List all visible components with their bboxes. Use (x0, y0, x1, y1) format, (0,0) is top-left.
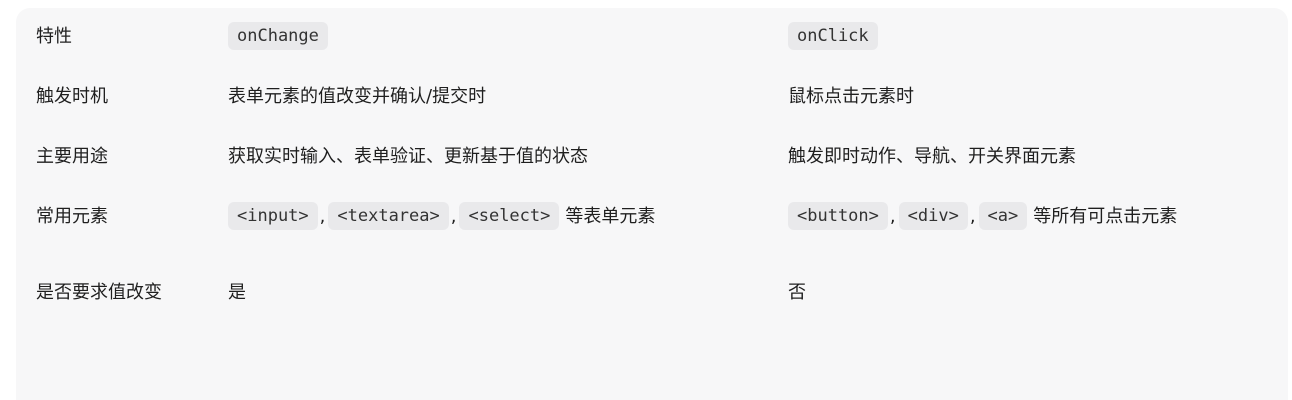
comparison-table: 特性 onChange onClick 触发时机 表单元素的值改变并确认/提交时… (36, 22, 1276, 350)
header-onchange: onChange (228, 22, 788, 82)
header-onclick: onClick (788, 22, 1276, 82)
header-feature: 特性 (36, 26, 72, 47)
code-a: <a> (978, 202, 1028, 230)
comparison-card: 特性 onChange onClick 触发时机 表单元素的值改变并确认/提交时… (16, 8, 1288, 400)
code-textarea: <textarea> (328, 202, 449, 230)
table-header-row: 特性 onChange onClick (36, 22, 1276, 82)
code-onclick: onClick (788, 22, 878, 50)
cell-onclick-trigger: 鼠标点击元素时 (788, 86, 914, 107)
separator: , (319, 206, 326, 227)
row-label-trigger-timing: 触发时机 (36, 86, 108, 107)
code-input: <input> (228, 202, 318, 230)
elements-suffix: 等表单元素 (565, 206, 656, 227)
table-row: 主要用途 获取实时输入、表单验证、更新基于值的状态 触发即时动作、导航、开关界面… (36, 142, 1276, 202)
code-button: <button> (788, 202, 888, 230)
cell-onclick-use: 触发即时动作、导航、开关界面元素 (788, 146, 1076, 167)
cell-onclick-elements: <button>, <div>, <a> 等所有可点击元素 (788, 202, 1276, 278)
row-label-main-use: 主要用途 (36, 146, 108, 167)
code-select: <select> (459, 202, 560, 230)
row-label-common-elements: 常用元素 (36, 206, 108, 227)
separator: , (889, 206, 896, 227)
cell-onchange-trigger: 表单元素的值改变并确认/提交时 (228, 86, 487, 107)
code-onchange: onChange (228, 22, 328, 50)
table-row: 是否要求值改变 是 否 (36, 278, 1276, 350)
cell-onchange-requires: 是 (228, 282, 246, 303)
row-label-requires-change: 是否要求值改变 (36, 282, 162, 303)
cell-onclick-requires: 否 (788, 282, 806, 303)
separator: , (969, 206, 976, 227)
cell-onchange-use: 获取实时输入、表单验证、更新基于值的状态 (228, 146, 588, 167)
elements-suffix: 等所有可点击元素 (1033, 206, 1178, 227)
table-row: 常用元素 <input>, <textarea>, <select> 等表单元素 <b… (36, 202, 1276, 278)
separator: , (450, 206, 457, 227)
table-row: 触发时机 表单元素的值改变并确认/提交时 鼠标点击元素时 (36, 82, 1276, 142)
cell-onchange-elements: <input>, <textarea>, <select> 等表单元素 (228, 202, 788, 278)
code-div: <div> (898, 202, 968, 230)
